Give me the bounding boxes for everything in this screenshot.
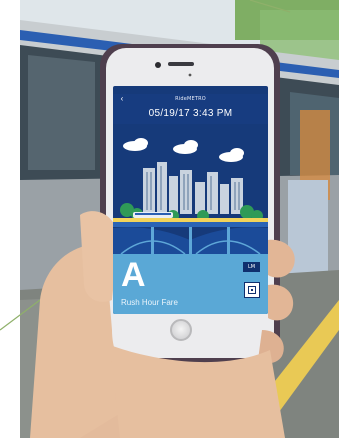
phone-home-button[interactable] xyxy=(170,319,192,341)
fare-panel: A Rush Hour Fare LM xyxy=(113,254,268,314)
city-illustration xyxy=(113,124,268,254)
status-bar xyxy=(113,86,268,94)
qr-code-button[interactable] xyxy=(244,282,260,298)
photo-frame: ‹ RideMETRO 05/19/17 3:43 PM A Rush Hour… xyxy=(0,0,339,438)
ticket-screen: ‹ RideMETRO 05/19/17 3:43 PM A Rush Hour… xyxy=(113,86,268,314)
ticket-timestamp: 05/19/17 3:43 PM xyxy=(148,108,233,119)
zone-badge: LM xyxy=(243,262,260,272)
agency-name: RideMETRO xyxy=(175,96,206,102)
fare-name: Rush Hour Fare xyxy=(121,298,178,307)
app-header: ‹ RideMETRO 05/19/17 3:43 PM xyxy=(113,94,268,124)
fare-letter: A xyxy=(121,256,146,294)
qr-code-dot xyxy=(251,289,253,291)
